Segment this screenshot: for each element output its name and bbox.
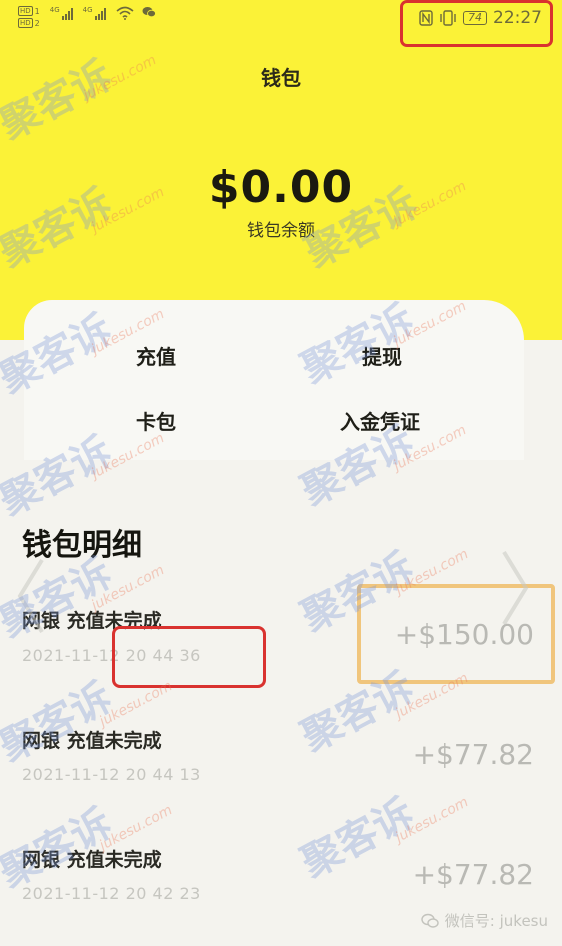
wechat-icon — [421, 913, 439, 928]
status-bar-left: HD 1 HD 2 4G 4G — [18, 6, 156, 28]
hd-badge: HD — [18, 18, 33, 28]
wifi-icon — [116, 6, 134, 20]
signal-icon: 4G — [83, 6, 106, 20]
wechat-icon — [142, 7, 156, 18]
footer-tag: 微信号: jukesu — [421, 910, 548, 931]
chevron-right-icon[interactable] — [500, 548, 530, 628]
sim-2-indicator: HD 2 — [18, 18, 40, 28]
sim-indicators: HD 1 HD 2 — [18, 6, 40, 28]
transaction-amount: +$77.82 — [412, 738, 534, 771]
signal-icon: 4G — [50, 6, 73, 20]
red-highlight-box — [112, 626, 266, 688]
network-type: 4G — [82, 6, 93, 14]
transaction-amount: +$77.82 — [412, 858, 534, 891]
network-type: 4G — [49, 6, 60, 14]
hd-badge: HD — [18, 6, 33, 16]
recharge-button[interactable]: 充值 — [136, 341, 176, 370]
sim-number: 1 — [34, 6, 40, 16]
sim-1-indicator: HD 1 — [18, 6, 40, 16]
red-highlight-box — [400, 0, 553, 47]
footer-label: 微信号: jukesu — [444, 912, 548, 930]
transaction-time: 2021-11-12 20 44 13 — [22, 765, 201, 784]
transaction-time: 2021-11-12 20 42 23 — [22, 884, 201, 903]
sim-number: 2 — [34, 18, 40, 28]
